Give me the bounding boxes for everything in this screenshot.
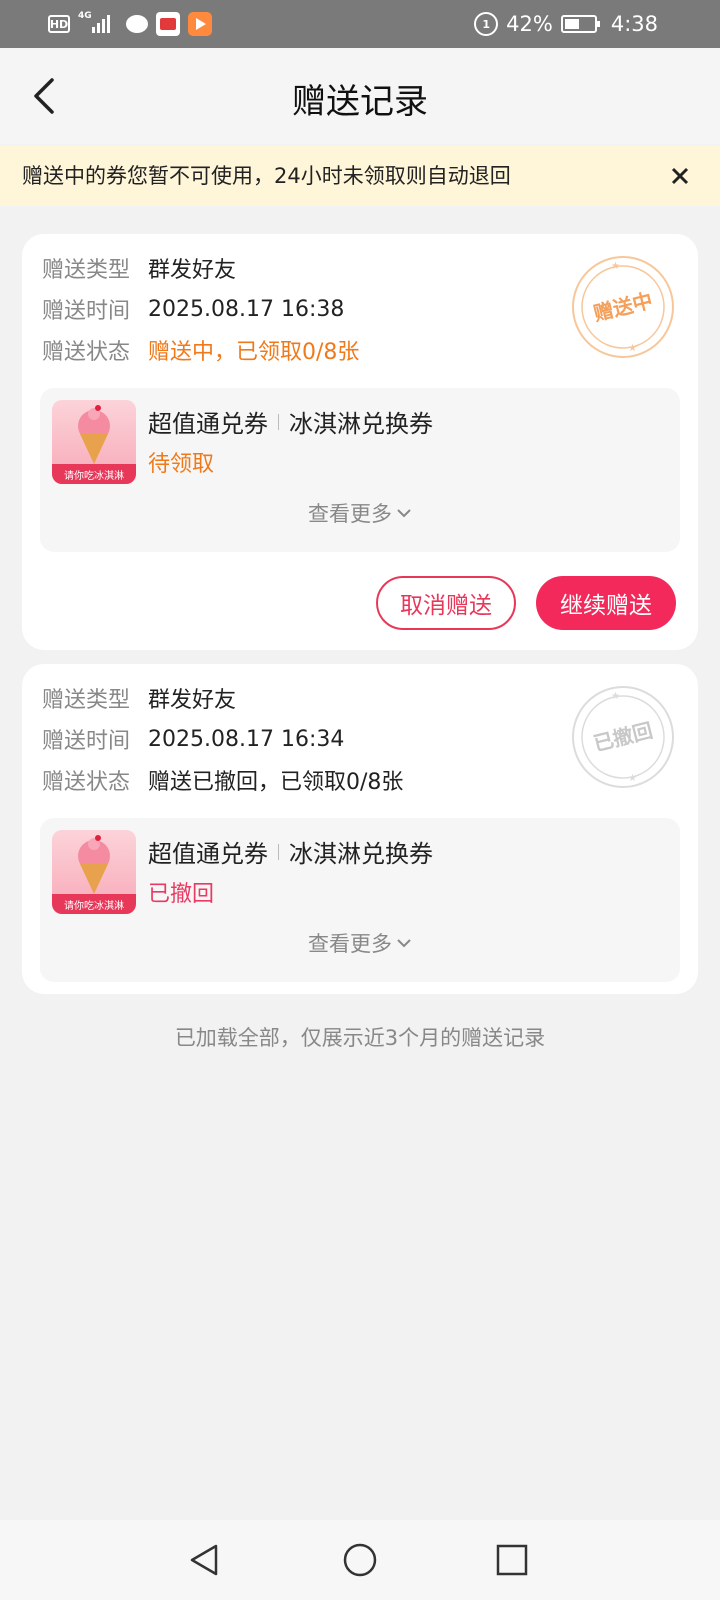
record-type-row: 赠送类型 群发好友 (42, 252, 236, 284)
coupon-subtitle: 冰淇淋兑换券 (289, 410, 433, 438)
thumbnail-caption: 请你吃冰淇淋 (52, 894, 136, 914)
record-time-value: 2025.08.17 16:34 (148, 726, 345, 752)
record-time-row: 赠送时间 2025.08.17 16:34 (42, 723, 344, 755)
nav-recents-icon (496, 1544, 528, 1576)
close-icon (671, 167, 689, 185)
coupon-subtitle: 冰淇淋兑换券 (289, 840, 433, 868)
divider (278, 413, 279, 430)
view-more-label: 查看更多 (308, 502, 392, 526)
network-label: 4G (78, 11, 92, 21)
coupon-title: 超值通兑券 (148, 840, 268, 868)
record-time-value: 2025.08.17 16:38 (148, 296, 345, 322)
hd-icon: HD (48, 15, 70, 33)
record-type-row: 赠送类型 群发好友 (42, 682, 236, 714)
clock: 4:38 (610, 12, 658, 36)
svg-text:★: ★ (628, 773, 637, 784)
nav-recents-button[interactable] (490, 1538, 534, 1582)
record-type-label: 赠送类型 (42, 258, 131, 283)
record-type-label: 赠送类型 (42, 688, 131, 713)
nav-back-icon (190, 1544, 218, 1576)
stamp-text: 已撤回 (591, 718, 655, 756)
coupon-status: 已撤回 (148, 882, 215, 907)
battery-charging-icon (560, 15, 600, 33)
stamp-text: 赠送中 (591, 288, 655, 326)
network-4g-signal-icon: 4G (78, 11, 118, 35)
coupon-item[interactable]: 请你吃冰淇淋 超值通兑券 冰淇淋兑换券 已撤回 查看更多 (40, 818, 680, 982)
cancel-gift-button[interactable]: 取消赠送 (376, 576, 516, 630)
footer-note: 已加载全部，仅展示近3个月的赠送记录 (174, 1026, 546, 1050)
divider (278, 843, 279, 860)
coupon-title: 超值通兑券 (148, 410, 268, 438)
chevron-down-icon (397, 509, 411, 518)
continue-gift-button[interactable]: 继续赠送 (536, 576, 676, 630)
system-nav-bar (0, 1520, 720, 1600)
ice-cream-thumbnail: 请你吃冰淇淋 (52, 400, 136, 484)
record-status-row: 赠送状态 赠送中，已领取0/8张 (42, 334, 359, 366)
view-more-button[interactable]: 查看更多 (40, 928, 680, 958)
record-status-label: 赠送状态 (42, 770, 131, 795)
svg-text:★: ★ (611, 691, 620, 702)
record-time-row: 赠送时间 2025.08.17 16:38 (42, 293, 344, 325)
view-more-button[interactable]: 查看更多 (40, 498, 680, 528)
svg-text:★: ★ (611, 261, 620, 272)
thumbnail-caption: 请你吃冰淇淋 (52, 464, 136, 484)
hd-label: HD (49, 17, 69, 31)
record-status-value: 赠送中，已领取0/8张 (148, 340, 360, 365)
coupon-name: 超值通兑券 冰淇淋兑换券 (148, 404, 433, 439)
coupon-status: 待领取 (148, 452, 215, 477)
svg-text:★: ★ (628, 343, 637, 354)
app-icon (156, 12, 180, 36)
notice-close-button[interactable] (660, 156, 700, 196)
header: 赠送记录 (0, 48, 720, 144)
coupon-name: 超值通兑券 冰淇淋兑换券 (148, 834, 433, 869)
ice-cream-icon (78, 405, 110, 464)
record-status-row: 赠送状态 赠送已撤回，已领取0/8张 (42, 764, 403, 796)
chat-bubble-icon (126, 15, 148, 33)
ice-cream-icon (78, 835, 110, 894)
record-time-label: 赠送时间 (42, 299, 131, 324)
record-status-value: 赠送已撤回，已领取0/8张 (148, 770, 404, 795)
status-bar-left: HD 4G (48, 10, 212, 38)
nav-home-icon (343, 1543, 377, 1577)
gift-record-card: 赠送类型 群发好友 赠送时间 2025.08.17 16:34 赠送状态 赠送已… (22, 664, 698, 994)
status-bar-right: 1 42% 4:38 (474, 10, 658, 38)
notice-banner: 赠送中的券您暂不可使用，24小时未领取则自动退回 (0, 146, 720, 206)
sending-stamp-icon: ★ ★ 赠送中 (572, 256, 674, 358)
nav-home-button[interactable] (338, 1538, 382, 1582)
record-type-value: 群发好友 (148, 258, 237, 283)
ice-cream-thumbnail: 请你吃冰淇淋 (52, 830, 136, 914)
record-type-value: 群发好友 (148, 688, 237, 713)
revoked-stamp-icon: ★ ★ 已撤回 (572, 686, 674, 788)
page-title: 赠送记录 (292, 82, 428, 122)
coupon-item[interactable]: 请你吃冰淇淋 超值通兑券 冰淇淋兑换券 待领取 查看更多 (40, 388, 680, 552)
video-app-icon (188, 12, 212, 36)
view-more-label: 查看更多 (308, 932, 392, 956)
record-time-label: 赠送时间 (42, 729, 131, 754)
status-bar: HD 4G 1 42% 4:38 (0, 0, 720, 48)
data-saver-icon: 1 (474, 12, 499, 36)
notice-text: 赠送中的券您暂不可使用，24小时未领取则自动退回 (22, 164, 511, 188)
battery-percent: 42% (506, 12, 553, 36)
chevron-down-icon (397, 939, 411, 948)
record-status-label: 赠送状态 (42, 340, 131, 365)
nav-back-button[interactable] (182, 1538, 226, 1582)
